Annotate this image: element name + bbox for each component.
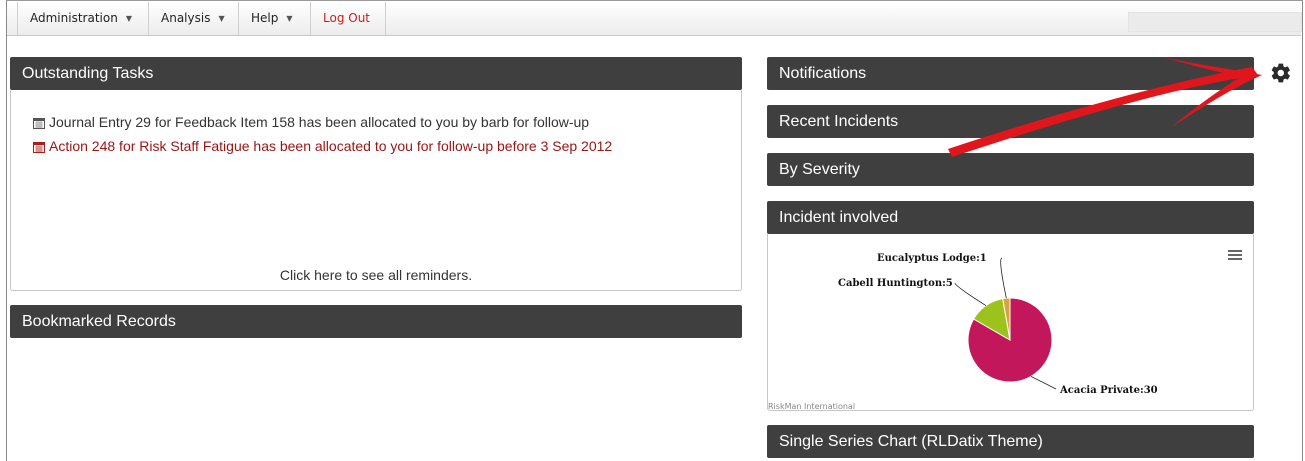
chevron-down-icon: ▼ xyxy=(218,14,225,23)
menu-administration-label: Administration xyxy=(30,11,118,25)
logout-link[interactable]: Log Out xyxy=(310,2,386,35)
calendar-icon xyxy=(33,116,45,132)
menu-administration[interactable]: Administration ▼ xyxy=(17,2,148,35)
menu-help[interactable]: Help ▼ xyxy=(238,2,310,35)
hamburger-menu-icon[interactable] xyxy=(1228,250,1242,262)
gear-icon[interactable] xyxy=(1270,62,1292,89)
single-series-header[interactable]: Single Series Chart (RLDatix Theme) xyxy=(767,425,1254,458)
task-item[interactable]: Journal Entry 29 for Feedback Item 158 h… xyxy=(33,114,589,132)
calendar-icon xyxy=(33,140,45,156)
outstanding-tasks-header[interactable]: Outstanding Tasks xyxy=(10,57,742,90)
menu-analysis[interactable]: Analysis ▼ xyxy=(148,2,238,35)
bookmarked-records-panel: Bookmarked Records xyxy=(10,305,742,339)
menu-analysis-label: Analysis xyxy=(161,11,211,25)
task-text: Journal Entry 29 for Feedback Item 158 h… xyxy=(49,114,590,130)
chart-credit[interactable]: RiskMan International xyxy=(768,402,855,411)
incident-involved-header[interactable]: Incident involved xyxy=(767,201,1254,234)
single-series-panel: Single Series Chart (RLDatix Theme) xyxy=(767,425,1254,459)
see-all-reminders-link[interactable]: Click here to see all reminders. xyxy=(11,267,741,283)
menu-help-label: Help xyxy=(251,11,279,25)
task-text: Action 248 for Risk Staff Fatigue has be… xyxy=(49,138,613,154)
outstanding-tasks-body: Journal Entry 29 for Feedback Item 158 h… xyxy=(10,90,742,291)
logout-label: Log Out xyxy=(323,11,371,25)
task-item[interactable]: Action 248 for Risk Staff Fatigue has be… xyxy=(33,138,612,156)
incident-involved-panel: Incident involved xyxy=(767,201,1254,411)
chevron-down-icon: ▼ xyxy=(125,14,132,23)
search-input[interactable] xyxy=(1128,12,1302,32)
top-menu-bar: Administration ▼ Analysis ▼ Help ▼ Log Out xyxy=(7,2,1302,36)
bookmarked-records-header[interactable]: Bookmarked Records xyxy=(10,305,742,338)
chevron-down-icon: ▼ xyxy=(286,14,293,23)
red-arrow xyxy=(948,57,1262,157)
outstanding-tasks-panel: Outstanding Tasks Journal Entry 29 for F… xyxy=(10,57,742,291)
incident-involved-body xyxy=(767,234,1254,411)
